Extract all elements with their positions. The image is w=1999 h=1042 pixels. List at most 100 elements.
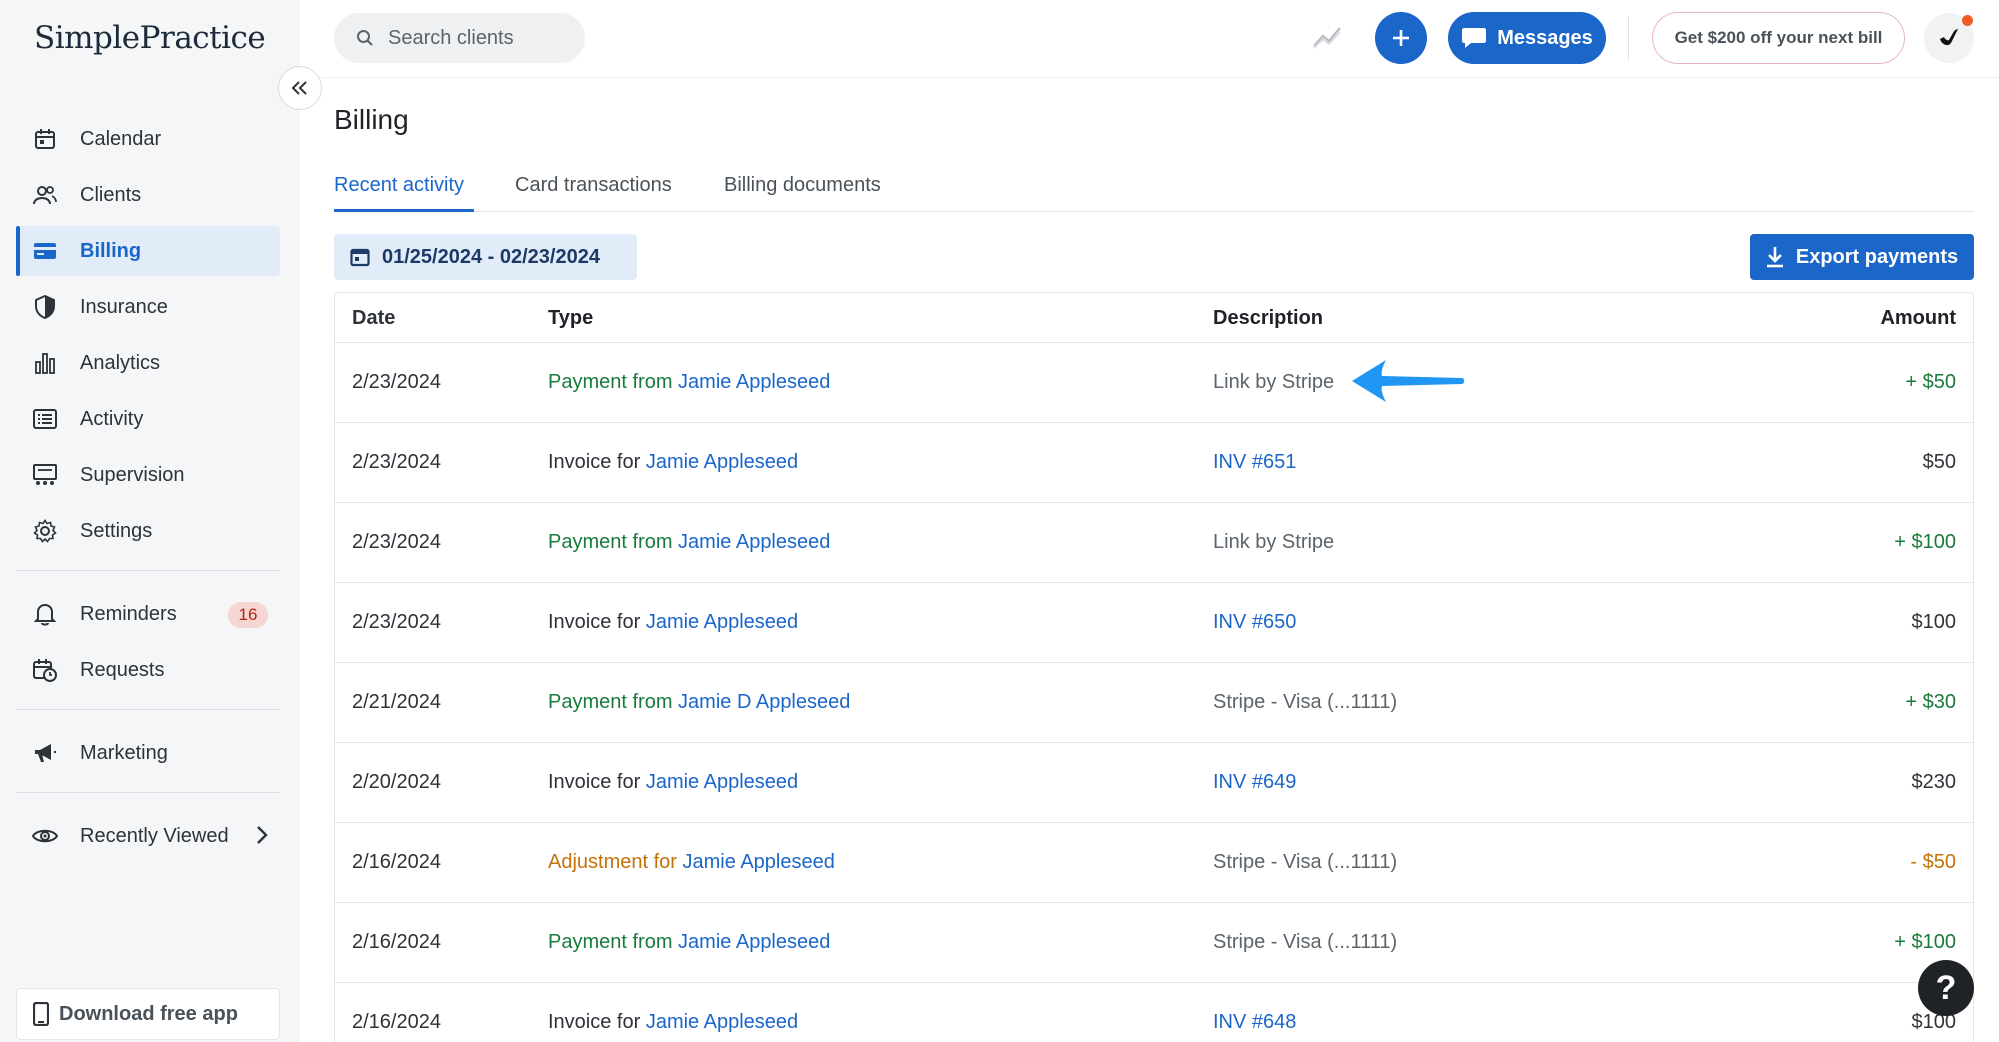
- client-link[interactable]: Jamie Appleseed: [646, 611, 798, 634]
- row-type-prefix: Invoice for: [548, 1011, 646, 1033]
- annotation-arrow-left-icon: [1350, 356, 1466, 411]
- row-description: Link by Stripe: [1213, 371, 1335, 393]
- add-button[interactable]: [1375, 12, 1427, 64]
- tab-billing-documents[interactable]: Billing documents: [724, 168, 881, 212]
- row-date: 2/23/2024: [352, 531, 441, 553]
- avatar[interactable]: [1924, 13, 1974, 63]
- invoice-link[interactable]: INV #651: [1213, 423, 1296, 502]
- collapse-sidebar-button[interactable]: [278, 66, 322, 110]
- row-type: Invoice for Jamie Appleseed: [548, 423, 798, 502]
- sidebar-item-analytics[interactable]: Analytics: [16, 338, 280, 388]
- table-row[interactable]: 2/23/2024 Invoice for Jamie Appleseed IN…: [335, 583, 1973, 663]
- messages-button[interactable]: Messages: [1448, 12, 1606, 64]
- client-link[interactable]: Jamie D Appleseed: [678, 691, 850, 714]
- sidebar-divider: [16, 792, 280, 793]
- app-logo[interactable]: SimplePractice: [34, 20, 266, 56]
- row-amount: + $100: [1894, 531, 1956, 553]
- row-date: 2/16/2024: [352, 931, 441, 953]
- invoice-link[interactable]: INV #649: [1213, 743, 1296, 822]
- shield-icon: [32, 294, 58, 320]
- invoice-link[interactable]: INV #648: [1213, 983, 1296, 1042]
- invoice-link[interactable]: INV #650: [1213, 583, 1296, 662]
- download-app-button[interactable]: Download free app: [16, 988, 280, 1040]
- table-row[interactable]: 2/16/2024 Adjustment for Jamie Appleseed…: [335, 823, 1973, 903]
- trend-icon[interactable]: [1312, 24, 1342, 55]
- row-date: 2/20/2024: [352, 771, 441, 793]
- client-link[interactable]: Jamie Appleseed: [678, 531, 830, 554]
- sidebar-item-recently-viewed[interactable]: Recently Viewed: [16, 811, 280, 861]
- double-chevron-left-icon: [291, 80, 309, 96]
- sidebar-item-reminders[interactable]: Reminders 16: [16, 589, 280, 639]
- row-type-prefix: Invoice for: [548, 771, 646, 793]
- row-type-prefix: Invoice for: [548, 611, 646, 633]
- table-row[interactable]: 2/23/2024 Payment from Jamie Appleseed L…: [335, 343, 1973, 423]
- table-row[interactable]: 2/16/2024 Payment from Jamie Appleseed S…: [335, 903, 1973, 983]
- search-input[interactable]: [388, 26, 578, 50]
- sidebar-item-calendar[interactable]: Calendar: [16, 114, 280, 164]
- calendar-clock-icon: [32, 657, 58, 683]
- reminders-count-badge: 16: [228, 602, 268, 628]
- tab-card-transactions[interactable]: Card transactions: [515, 168, 672, 212]
- row-date: 2/23/2024: [352, 371, 441, 393]
- row-date: 2/16/2024: [352, 1011, 441, 1033]
- row-amount: + $30: [1905, 691, 1956, 713]
- sidebar-item-activity[interactable]: Activity: [16, 394, 280, 444]
- row-type-prefix: Payment from: [548, 371, 679, 393]
- brand-mark-icon: [1936, 25, 1962, 51]
- row-amount: $230: [1911, 771, 1957, 793]
- sidebar-divider: [16, 709, 280, 710]
- promo-referral-button[interactable]: Get $200 off your next bill: [1652, 12, 1905, 64]
- calendar-icon: [32, 126, 58, 152]
- sidebar-item-label: Insurance: [80, 295, 168, 318]
- sidebar-item-label: Billing: [80, 239, 142, 262]
- table-row[interactable]: 2/20/2024 Invoice for Jamie Appleseed IN…: [335, 743, 1973, 823]
- table-row[interactable]: 2/21/2024 Payment from Jamie D Appleseed…: [335, 663, 1973, 743]
- chevron-right-icon: [256, 825, 268, 850]
- sidebar-item-insurance[interactable]: Insurance: [16, 282, 280, 332]
- row-amount: $50: [1922, 451, 1956, 473]
- sidebar-item-label: Marketing: [80, 741, 168, 764]
- row-type-prefix: Payment from: [548, 691, 679, 713]
- top-bar: Messages Get $200 off your next bill: [300, 0, 1999, 78]
- supervision-icon: [32, 462, 58, 488]
- tab-recent-activity[interactable]: Recent activity: [334, 168, 474, 212]
- column-header-date[interactable]: Date: [352, 293, 395, 343]
- table-row[interactable]: 2/16/2024 Invoice for Jamie Appleseed IN…: [335, 983, 1973, 1042]
- sidebar-item-requests[interactable]: Requests: [16, 645, 280, 695]
- sidebar-item-clients[interactable]: Clients: [16, 170, 280, 220]
- search-icon: [356, 29, 374, 47]
- search-box[interactable]: [334, 13, 585, 63]
- help-button[interactable]: ?: [1918, 960, 1974, 1016]
- row-type: Payment from Jamie D Appleseed: [548, 663, 850, 742]
- sidebar-item-marketing[interactable]: Marketing: [16, 728, 280, 778]
- billing-card-icon: [32, 238, 58, 264]
- client-link[interactable]: Jamie Appleseed: [678, 371, 830, 394]
- table-row[interactable]: 2/23/2024 Payment from Jamie Appleseed L…: [335, 503, 1973, 583]
- bar-chart-icon: [32, 350, 58, 376]
- date-range-picker[interactable]: 01/25/2024 - 02/23/2024: [334, 234, 637, 280]
- client-link[interactable]: Jamie Appleseed: [683, 851, 835, 874]
- export-payments-button[interactable]: Export payments: [1750, 234, 1974, 280]
- sidebar-item-billing[interactable]: Billing: [16, 226, 280, 276]
- row-type-prefix: Adjustment for: [548, 851, 683, 873]
- table-row[interactable]: 2/23/2024 Invoice for Jamie Appleseed IN…: [335, 423, 1973, 503]
- sidebar-item-settings[interactable]: Settings: [16, 506, 280, 556]
- sidebar-nav: Calendar Clients Billing Insurance Analy…: [16, 114, 280, 867]
- phone-icon: [33, 1002, 49, 1026]
- sidebar-item-label: Analytics: [80, 351, 161, 374]
- client-link[interactable]: Jamie Appleseed: [646, 451, 798, 474]
- row-type-prefix: Invoice for: [548, 451, 646, 473]
- client-link[interactable]: Jamie Appleseed: [646, 1011, 798, 1034]
- row-date: 2/23/2024: [352, 611, 441, 633]
- sidebar-item-label: Activity: [80, 407, 144, 430]
- client-link[interactable]: Jamie Appleseed: [646, 771, 798, 794]
- list-icon: [32, 406, 58, 432]
- sidebar-item-supervision[interactable]: Supervision: [16, 450, 280, 500]
- messages-label: Messages: [1497, 26, 1593, 49]
- sidebar-item-label: Clients: [80, 183, 142, 206]
- plus-icon: [1391, 28, 1411, 48]
- sidebar-item-label: Recently Viewed: [80, 824, 229, 847]
- client-link[interactable]: Jamie Appleseed: [678, 931, 830, 954]
- sidebar-item-label: Requests: [80, 658, 165, 681]
- eye-icon: [32, 823, 58, 849]
